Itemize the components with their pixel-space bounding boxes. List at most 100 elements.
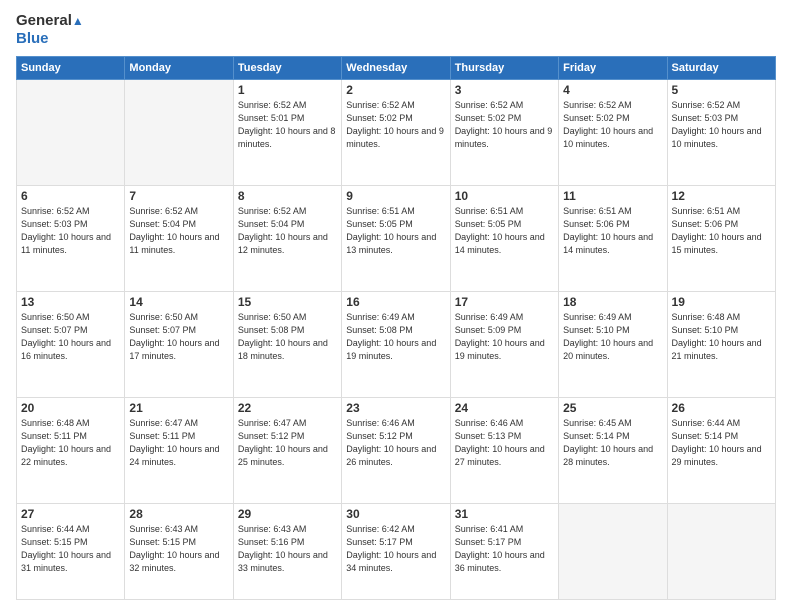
header-monday: Monday	[125, 57, 233, 80]
calendar-day-cell: 29 Sunrise: 6:43 AM Sunset: 5:16 PM Dayl…	[233, 503, 341, 599]
day-number: 31	[455, 507, 554, 521]
day-number: 27	[21, 507, 120, 521]
calendar-day-cell: 6 Sunrise: 6:52 AM Sunset: 5:03 PM Dayli…	[17, 185, 125, 291]
calendar-day-cell: 12 Sunrise: 6:51 AM Sunset: 5:06 PM Dayl…	[667, 185, 775, 291]
sunrise: Sunrise: 6:42 AM	[346, 524, 415, 534]
daylight: Daylight: 10 hours and 33 minutes.	[238, 550, 328, 573]
day-number: 7	[129, 189, 228, 203]
sunrise: Sunrise: 6:41 AM	[455, 524, 524, 534]
daylight: Daylight: 10 hours and 32 minutes.	[129, 550, 219, 573]
sunset: Sunset: 5:12 PM	[346, 431, 413, 441]
day-info: Sunrise: 6:51 AM Sunset: 5:05 PM Dayligh…	[455, 205, 554, 257]
calendar-day-cell: 23 Sunrise: 6:46 AM Sunset: 5:12 PM Dayl…	[342, 397, 450, 503]
sunset: Sunset: 5:09 PM	[455, 325, 522, 335]
day-number: 11	[563, 189, 662, 203]
sunset: Sunset: 5:16 PM	[238, 537, 305, 547]
day-number: 26	[672, 401, 771, 415]
sunrise: Sunrise: 6:52 AM	[346, 100, 415, 110]
daylight: Daylight: 10 hours and 28 minutes.	[563, 444, 653, 467]
calendar-day-cell	[125, 80, 233, 186]
day-info: Sunrise: 6:47 AM Sunset: 5:12 PM Dayligh…	[238, 417, 337, 469]
day-number: 16	[346, 295, 445, 309]
day-number: 9	[346, 189, 445, 203]
calendar-day-cell: 3 Sunrise: 6:52 AM Sunset: 5:02 PM Dayli…	[450, 80, 558, 186]
daylight: Daylight: 10 hours and 14 minutes.	[455, 232, 545, 255]
day-info: Sunrise: 6:52 AM Sunset: 5:03 PM Dayligh…	[672, 99, 771, 151]
day-info: Sunrise: 6:50 AM Sunset: 5:07 PM Dayligh…	[129, 311, 228, 363]
header-thursday: Thursday	[450, 57, 558, 80]
day-info: Sunrise: 6:47 AM Sunset: 5:11 PM Dayligh…	[129, 417, 228, 469]
calendar-week-row: 1 Sunrise: 6:52 AM Sunset: 5:01 PM Dayli…	[17, 80, 776, 186]
sunset: Sunset: 5:07 PM	[21, 325, 88, 335]
daylight: Daylight: 10 hours and 11 minutes.	[21, 232, 111, 255]
sunset: Sunset: 5:17 PM	[346, 537, 413, 547]
sunset: Sunset: 5:14 PM	[563, 431, 630, 441]
sunset: Sunset: 5:10 PM	[563, 325, 630, 335]
daylight: Daylight: 10 hours and 34 minutes.	[346, 550, 436, 573]
calendar-day-cell: 30 Sunrise: 6:42 AM Sunset: 5:17 PM Dayl…	[342, 503, 450, 599]
sunrise: Sunrise: 6:48 AM	[672, 312, 741, 322]
day-info: Sunrise: 6:51 AM Sunset: 5:06 PM Dayligh…	[563, 205, 662, 257]
header-sunday: Sunday	[17, 57, 125, 80]
sunset: Sunset: 5:11 PM	[21, 431, 87, 441]
sunset: Sunset: 5:07 PM	[129, 325, 196, 335]
day-number: 30	[346, 507, 445, 521]
day-info: Sunrise: 6:42 AM Sunset: 5:17 PM Dayligh…	[346, 523, 445, 575]
day-info: Sunrise: 6:48 AM Sunset: 5:10 PM Dayligh…	[672, 311, 771, 363]
day-info: Sunrise: 6:44 AM Sunset: 5:15 PM Dayligh…	[21, 523, 120, 575]
calendar-day-cell: 25 Sunrise: 6:45 AM Sunset: 5:14 PM Dayl…	[559, 397, 667, 503]
sunset: Sunset: 5:05 PM	[455, 219, 522, 229]
day-number: 24	[455, 401, 554, 415]
day-number: 21	[129, 401, 228, 415]
day-number: 20	[21, 401, 120, 415]
sunrise: Sunrise: 6:48 AM	[21, 418, 90, 428]
daylight: Daylight: 10 hours and 19 minutes.	[346, 338, 436, 361]
daylight: Daylight: 10 hours and 8 minutes.	[238, 126, 336, 149]
calendar-day-cell: 4 Sunrise: 6:52 AM Sunset: 5:02 PM Dayli…	[559, 80, 667, 186]
calendar-day-cell: 7 Sunrise: 6:52 AM Sunset: 5:04 PM Dayli…	[125, 185, 233, 291]
header-friday: Friday	[559, 57, 667, 80]
sunrise: Sunrise: 6:43 AM	[238, 524, 307, 534]
daylight: Daylight: 10 hours and 17 minutes.	[129, 338, 219, 361]
day-info: Sunrise: 6:50 AM Sunset: 5:07 PM Dayligh…	[21, 311, 120, 363]
day-info: Sunrise: 6:52 AM Sunset: 5:02 PM Dayligh…	[563, 99, 662, 151]
sunset: Sunset: 5:02 PM	[455, 113, 522, 123]
day-info: Sunrise: 6:49 AM Sunset: 5:09 PM Dayligh…	[455, 311, 554, 363]
day-info: Sunrise: 6:50 AM Sunset: 5:08 PM Dayligh…	[238, 311, 337, 363]
day-number: 3	[455, 83, 554, 97]
sunset: Sunset: 5:08 PM	[346, 325, 413, 335]
sunset: Sunset: 5:04 PM	[129, 219, 196, 229]
daylight: Daylight: 10 hours and 10 minutes.	[672, 126, 762, 149]
day-number: 15	[238, 295, 337, 309]
sunrise: Sunrise: 6:47 AM	[129, 418, 198, 428]
daylight: Daylight: 10 hours and 9 minutes.	[455, 126, 553, 149]
calendar-day-cell: 11 Sunrise: 6:51 AM Sunset: 5:06 PM Dayl…	[559, 185, 667, 291]
day-number: 10	[455, 189, 554, 203]
daylight: Daylight: 10 hours and 31 minutes.	[21, 550, 111, 573]
calendar-header-row: SundayMondayTuesdayWednesdayThursdayFrid…	[17, 57, 776, 80]
header-wednesday: Wednesday	[342, 57, 450, 80]
header: General▲ Blue	[16, 12, 776, 48]
daylight: Daylight: 10 hours and 13 minutes.	[346, 232, 436, 255]
sunset: Sunset: 5:02 PM	[346, 113, 413, 123]
sunrise: Sunrise: 6:46 AM	[346, 418, 415, 428]
calendar-day-cell: 1 Sunrise: 6:52 AM Sunset: 5:01 PM Dayli…	[233, 80, 341, 186]
calendar-day-cell: 16 Sunrise: 6:49 AM Sunset: 5:08 PM Dayl…	[342, 291, 450, 397]
logo-text: General▲ Blue	[16, 12, 84, 48]
day-number: 17	[455, 295, 554, 309]
day-number: 4	[563, 83, 662, 97]
calendar-day-cell: 8 Sunrise: 6:52 AM Sunset: 5:04 PM Dayli…	[233, 185, 341, 291]
sunset: Sunset: 5:17 PM	[455, 537, 522, 547]
sunrise: Sunrise: 6:49 AM	[455, 312, 524, 322]
daylight: Daylight: 10 hours and 25 minutes.	[238, 444, 328, 467]
calendar-day-cell: 26 Sunrise: 6:44 AM Sunset: 5:14 PM Dayl…	[667, 397, 775, 503]
sunset: Sunset: 5:04 PM	[238, 219, 305, 229]
header-tuesday: Tuesday	[233, 57, 341, 80]
sunrise: Sunrise: 6:45 AM	[563, 418, 632, 428]
calendar-day-cell: 19 Sunrise: 6:48 AM Sunset: 5:10 PM Dayl…	[667, 291, 775, 397]
day-info: Sunrise: 6:52 AM Sunset: 5:01 PM Dayligh…	[238, 99, 337, 151]
daylight: Daylight: 10 hours and 27 minutes.	[455, 444, 545, 467]
day-number: 5	[672, 83, 771, 97]
sunrise: Sunrise: 6:51 AM	[563, 206, 632, 216]
day-number: 18	[563, 295, 662, 309]
